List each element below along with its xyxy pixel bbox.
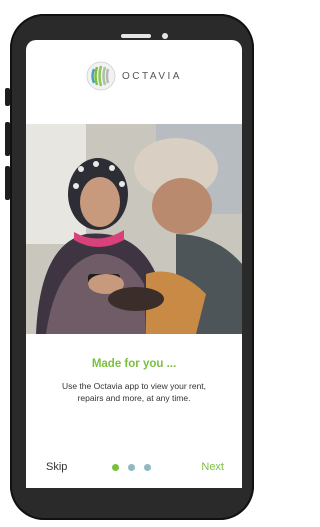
hero-photo <box>26 124 242 334</box>
page-dot <box>144 464 151 471</box>
brand-name: OCTAVIA <box>122 70 182 82</box>
onboarding-headline: Made for you ... <box>91 358 177 370</box>
phone-side-button <box>5 88 10 106</box>
skip-button[interactable]: Skip <box>46 461 67 473</box>
page-dot <box>128 464 135 471</box>
phone-volume-down-button <box>5 166 10 200</box>
brand-logo: OCTAVIA <box>26 58 242 94</box>
octavia-logo-icon <box>86 61 116 91</box>
description-line-2: repairs and more, at any time. <box>77 393 191 403</box>
page-indicator <box>112 464 160 471</box>
next-button[interactable]: Next <box>201 461 224 473</box>
speaker-grille <box>121 34 151 38</box>
app-screen: OCTAVIA Made for you ... Use the Octavia… <box>26 40 242 488</box>
onboarding-description: Use the Octavia app to view your rent, r… <box>42 380 226 404</box>
phone-volume-up-button <box>5 122 10 156</box>
description-line-1: Use the Octavia app to view your rent, <box>61 381 207 391</box>
front-camera <box>162 33 168 39</box>
page-dot-active <box>112 464 119 471</box>
